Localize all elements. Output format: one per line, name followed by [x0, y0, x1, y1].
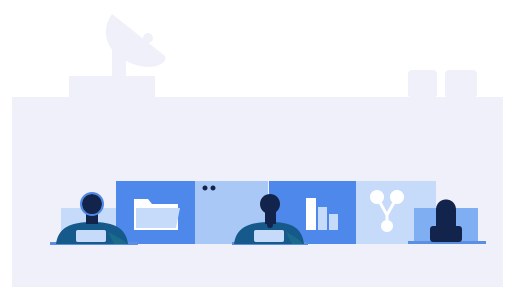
office-illustration: [12, 14, 503, 287]
building-silhouette: [12, 70, 503, 287]
illustration-stage: [0, 0, 515, 289]
satellite-dish-icon: [105, 14, 166, 78]
